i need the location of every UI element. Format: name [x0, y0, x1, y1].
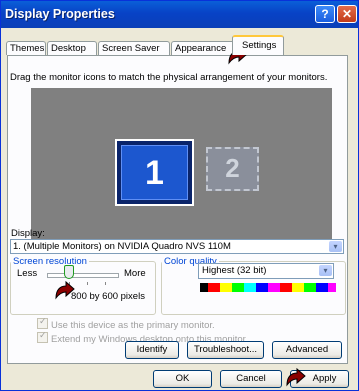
color-quality-select[interactable]: Highest (32 bit) ▾ [198, 263, 334, 279]
primary-monitor-label: Use this device as the primary monitor. [51, 320, 215, 331]
checkbox-icon [37, 316, 48, 329]
window-title: Display Properties [5, 7, 115, 21]
title-bar[interactable]: Display Properties ? ✕ [1, 1, 358, 28]
resolution-less-label: Less [17, 268, 38, 279]
ok-button[interactable]: OK [153, 370, 212, 388]
pointing-hand-cursor-icon [54, 280, 76, 300]
display-label: Display: [11, 228, 45, 239]
primary-monitor-checkbox[interactable]: Use this device as the primary monitor. [37, 316, 215, 331]
display-select[interactable]: 1. (Multiple Monitors) on NVIDIA Quadro … [10, 239, 344, 254]
tab-screen-saver[interactable]: Screen Saver [98, 41, 170, 55]
close-button[interactable]: ✕ [337, 5, 357, 23]
checkbox-icon [37, 330, 48, 343]
tab-themes[interactable]: Themes [6, 41, 46, 55]
color-quality-value: Highest (32 bit) [202, 265, 267, 276]
display-select-value: 1. (Multiple Monitors) on NVIDIA Quadro … [13, 241, 231, 252]
arrangement-instruction: Drag the monitor icons to match the phys… [10, 72, 328, 83]
help-button[interactable]: ? [315, 5, 335, 23]
monitor-1-label: 1 [121, 145, 188, 200]
cancel-button[interactable]: Cancel [220, 370, 282, 388]
chevron-down-icon[interactable]: ▾ [319, 265, 332, 276]
screen-resolution-legend: Screen resolution [13, 256, 87, 267]
monitor-arrangement-area[interactable]: 1 2 [31, 88, 332, 252]
identify-button[interactable]: Identify [125, 341, 179, 359]
monitor-2-icon[interactable]: 2 [206, 147, 259, 191]
slider-ticks [69, 282, 119, 285]
troubleshoot-button[interactable]: Troubleshoot... [187, 341, 264, 359]
color-spectrum-bar [200, 283, 336, 292]
monitor-1-icon[interactable]: 1 [115, 139, 194, 206]
resolution-more-label: More [124, 268, 146, 279]
resolution-slider-track[interactable] [47, 273, 119, 278]
advanced-button[interactable]: Advanced [272, 341, 342, 359]
resolution-slider-thumb[interactable] [64, 265, 74, 279]
screen-resolution-group: Screen resolution [10, 256, 156, 315]
tab-settings[interactable]: Settings [232, 35, 284, 55]
pointing-hand-cursor-icon [285, 367, 307, 387]
chevron-down-icon[interactable]: ▾ [329, 241, 342, 252]
display-properties-window: Display Properties ? ✕ Themes Desktop Sc… [0, 0, 359, 391]
resolution-value: 800 by 600 pixels [71, 291, 145, 302]
tab-desktop[interactable]: Desktop [47, 41, 97, 55]
